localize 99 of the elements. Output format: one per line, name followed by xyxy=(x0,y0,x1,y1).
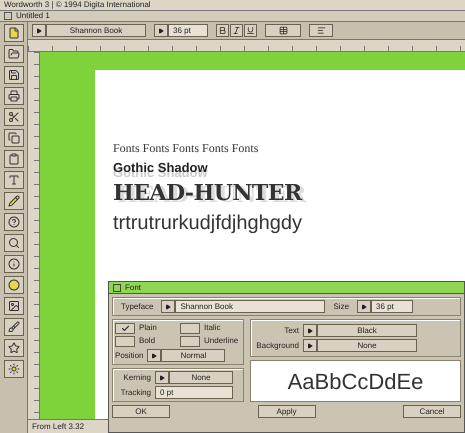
position-label: Position xyxy=(115,350,144,362)
tool-button[interactable] xyxy=(4,297,24,315)
tool-button[interactable] xyxy=(4,66,24,84)
checkbox-label: Italic xyxy=(204,322,220,334)
cycle-arrow-button[interactable] xyxy=(155,371,169,384)
font-preview: AaBbCcDdEe xyxy=(250,360,461,402)
style-button[interactable] xyxy=(244,24,257,37)
text-line: Gothic Shadow xyxy=(113,160,209,176)
brush-icon xyxy=(8,321,20,333)
status-text: From Left 3.32 xyxy=(32,420,84,432)
sun-icon xyxy=(8,363,20,375)
tool-button[interactable] xyxy=(4,45,24,63)
printer-icon xyxy=(8,90,20,102)
italic-icon xyxy=(232,26,241,35)
size-field[interactable]: 36 pt xyxy=(371,300,414,313)
text-color-label: Text xyxy=(284,326,299,334)
cycle-arrow-button[interactable] xyxy=(303,339,317,352)
close-gadget-icon[interactable] xyxy=(4,12,12,20)
text-line: trtrutrurkudjfdjhghgdy xyxy=(113,211,303,236)
text-line: HEAD-HUNTER xyxy=(113,180,304,206)
table-icon xyxy=(278,26,288,35)
background-label: Background xyxy=(256,340,299,350)
tool-button[interactable] xyxy=(4,108,24,126)
checkbox[interactable] xyxy=(180,322,200,334)
tool-button[interactable] xyxy=(4,150,24,168)
search-icon xyxy=(8,237,20,249)
scissors-icon xyxy=(8,111,20,123)
pencil-icon xyxy=(8,195,20,207)
dialog-button[interactable]: Apply xyxy=(258,405,316,418)
style-button[interactable] xyxy=(216,24,229,37)
style-button[interactable] xyxy=(230,24,243,37)
text-icon xyxy=(8,174,20,186)
cycle-arrow-button[interactable] xyxy=(147,349,162,362)
image-icon xyxy=(8,300,20,312)
checkbox[interactable] xyxy=(180,336,200,346)
cycle-arrow-button[interactable] xyxy=(303,324,317,337)
tool-button[interactable] xyxy=(4,87,24,105)
tool-button[interactable] xyxy=(4,213,24,231)
kerning-label: Kerning xyxy=(123,372,151,382)
help-icon xyxy=(8,216,20,228)
tracking-field[interactable]: 0 pt xyxy=(155,386,233,399)
font-selector[interactable]: Shannon Book xyxy=(46,24,146,37)
size-label: Size xyxy=(333,300,350,312)
tool-button[interactable] xyxy=(4,255,24,273)
background-selector[interactable]: None xyxy=(317,339,417,352)
cycle-arrow-button[interactable] xyxy=(161,300,176,313)
checkbox-label: Plain xyxy=(139,322,157,334)
clipboard-icon xyxy=(8,153,20,165)
tool-button[interactable] xyxy=(4,192,24,210)
size-field[interactable]: 36 pt xyxy=(168,24,208,37)
circle-icon xyxy=(8,279,20,291)
checkbox[interactable] xyxy=(115,336,135,346)
tool-button[interactable] xyxy=(4,171,24,189)
typeface-field[interactable]: Shannon Book xyxy=(175,300,326,313)
app-title: Wordworth 3 | © 1994 Digita International xyxy=(4,1,151,9)
underline-icon xyxy=(246,26,255,35)
tool-button[interactable] xyxy=(4,339,24,357)
play-icon xyxy=(165,304,172,310)
tool-button[interactable] xyxy=(4,276,24,294)
tool-button[interactable] xyxy=(4,234,24,252)
text-color-selector[interactable]: Black xyxy=(317,324,417,337)
info-icon xyxy=(8,258,20,270)
play-icon xyxy=(151,352,158,358)
play-icon xyxy=(158,28,164,34)
play-icon xyxy=(159,374,165,380)
kerning-selector[interactable]: None xyxy=(169,371,233,384)
document-title: Untitled 1 xyxy=(16,12,50,20)
close-gadget-icon[interactable] xyxy=(113,284,121,292)
checkbox-label: Bold xyxy=(139,335,156,347)
folder-icon xyxy=(8,48,20,60)
cycle-arrow-button[interactable] xyxy=(154,24,168,37)
dialog-button[interactable]: Cancel xyxy=(403,405,461,418)
play-icon xyxy=(36,28,42,34)
typeface-label: Typeface xyxy=(121,300,154,312)
tool-button[interactable] xyxy=(4,129,24,147)
bold-icon xyxy=(218,26,227,35)
copy-icon xyxy=(8,132,20,144)
tracking-label: Tracking xyxy=(120,388,151,396)
cycle-arrow-button[interactable] xyxy=(357,300,372,313)
tool-button[interactable] xyxy=(4,360,24,378)
check-icon xyxy=(120,324,130,332)
tool-button[interactable] xyxy=(4,318,24,336)
play-icon xyxy=(361,304,368,310)
text-line: Fonts Fonts Fonts Fonts Fonts xyxy=(113,140,260,156)
checkbox-label: Underline xyxy=(204,335,238,347)
tool-button[interactable] xyxy=(4,24,24,42)
file-icon xyxy=(8,27,20,39)
align-left-icon xyxy=(316,26,326,35)
play-icon xyxy=(307,342,313,348)
cycle-arrow-button[interactable] xyxy=(32,24,46,37)
dialog-title: Font xyxy=(125,284,142,292)
save-icon xyxy=(8,69,20,81)
checkbox[interactable] xyxy=(115,322,135,334)
play-icon xyxy=(307,328,313,334)
dialog-button[interactable]: OK xyxy=(112,405,170,418)
position-selector[interactable]: Normal xyxy=(161,349,226,362)
star-icon xyxy=(8,342,20,354)
table-button[interactable] xyxy=(265,24,301,37)
align-button[interactable] xyxy=(309,24,333,37)
